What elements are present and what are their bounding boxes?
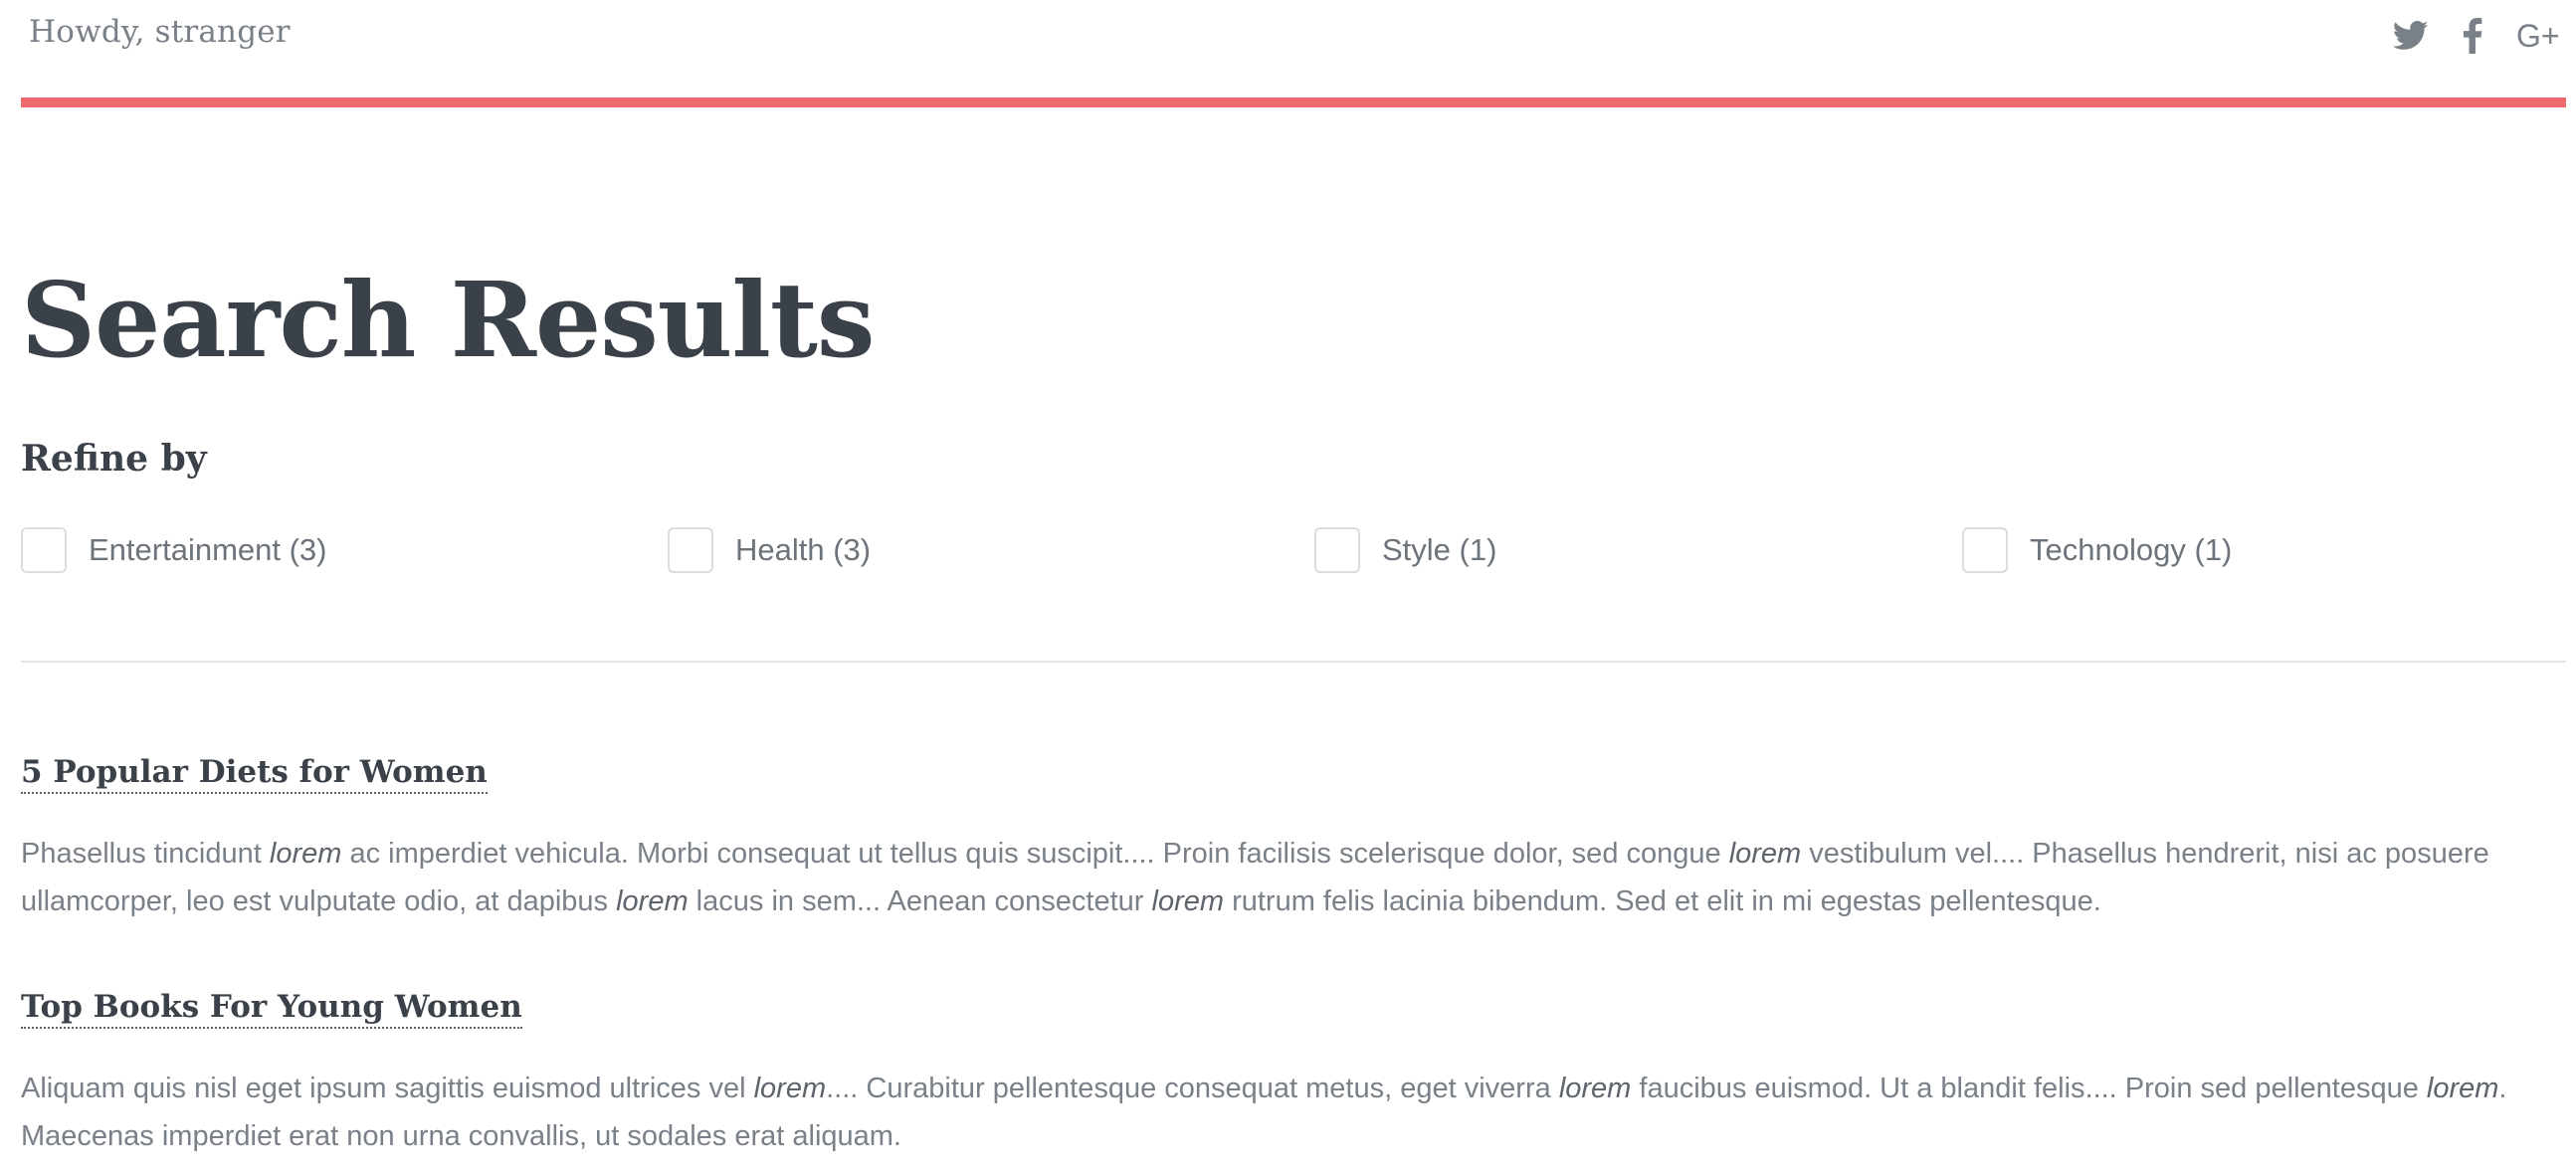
google-plus-icon[interactable]: G+ (2516, 16, 2566, 56)
social-links: G+ (2393, 16, 2566, 56)
filter-label: Health (3) (735, 532, 872, 567)
facebook-icon[interactable] (2463, 16, 2482, 56)
result-excerpt: Phasellus tincidunt lorem ac imperdiet v… (21, 838, 2489, 917)
filter-label: Technology (1) (2030, 532, 2233, 567)
svg-text:G+: G+ (2516, 19, 2560, 53)
highlighted-term: lorem (1151, 885, 1225, 917)
filter-health[interactable]: Health (3) (668, 525, 871, 575)
filter-technology[interactable]: Technology (1) (1962, 525, 2232, 575)
filter-checkbox[interactable] (1314, 527, 1360, 573)
filter-checkbox[interactable] (1962, 527, 2008, 573)
result-title-link[interactable]: Top Books For Young Women (21, 989, 522, 1029)
page: Howdy, stranger G+ Search Results Refine… (21, 0, 2566, 1152)
result-excerpt: Aliquam quis nisl eget ipsum sagittis eu… (21, 1073, 2507, 1152)
divider (21, 661, 2566, 663)
filter-checkbox[interactable] (668, 527, 713, 573)
highlighted-term: lorem (1558, 1073, 1632, 1104)
filter-entertainment[interactable]: Entertainment (3) (21, 525, 327, 575)
search-result: Top Books For Young Women Aliquam quis n… (21, 989, 2566, 1160)
search-result: 5 Popular Diets for Women Phasellus tinc… (21, 754, 2566, 925)
highlighted-term: lorem (1728, 838, 1802, 870)
refine-heading: Refine by (21, 438, 207, 480)
top-bar: Howdy, stranger G+ (21, 0, 2566, 107)
result-title-link[interactable]: 5 Popular Diets for Women (21, 754, 488, 794)
filter-label: Style (1) (1382, 532, 1497, 567)
filter-checkbox[interactable] (21, 527, 67, 573)
highlighted-term: lorem (269, 838, 342, 870)
filter-label: Entertainment (3) (89, 532, 327, 567)
filter-style[interactable]: Style (1) (1314, 525, 1496, 575)
twitter-icon[interactable] (2393, 16, 2429, 56)
page-title: Search Results (21, 259, 875, 381)
greeting-text: Howdy, stranger (29, 14, 291, 50)
highlighted-term: lorem (616, 885, 689, 917)
highlighted-term: lorem (2426, 1073, 2499, 1104)
accent-bar (21, 98, 2566, 107)
highlighted-term: lorem (753, 1073, 827, 1104)
refine-filters: Entertainment (3) Health (3) Style (1) T… (21, 525, 2566, 575)
